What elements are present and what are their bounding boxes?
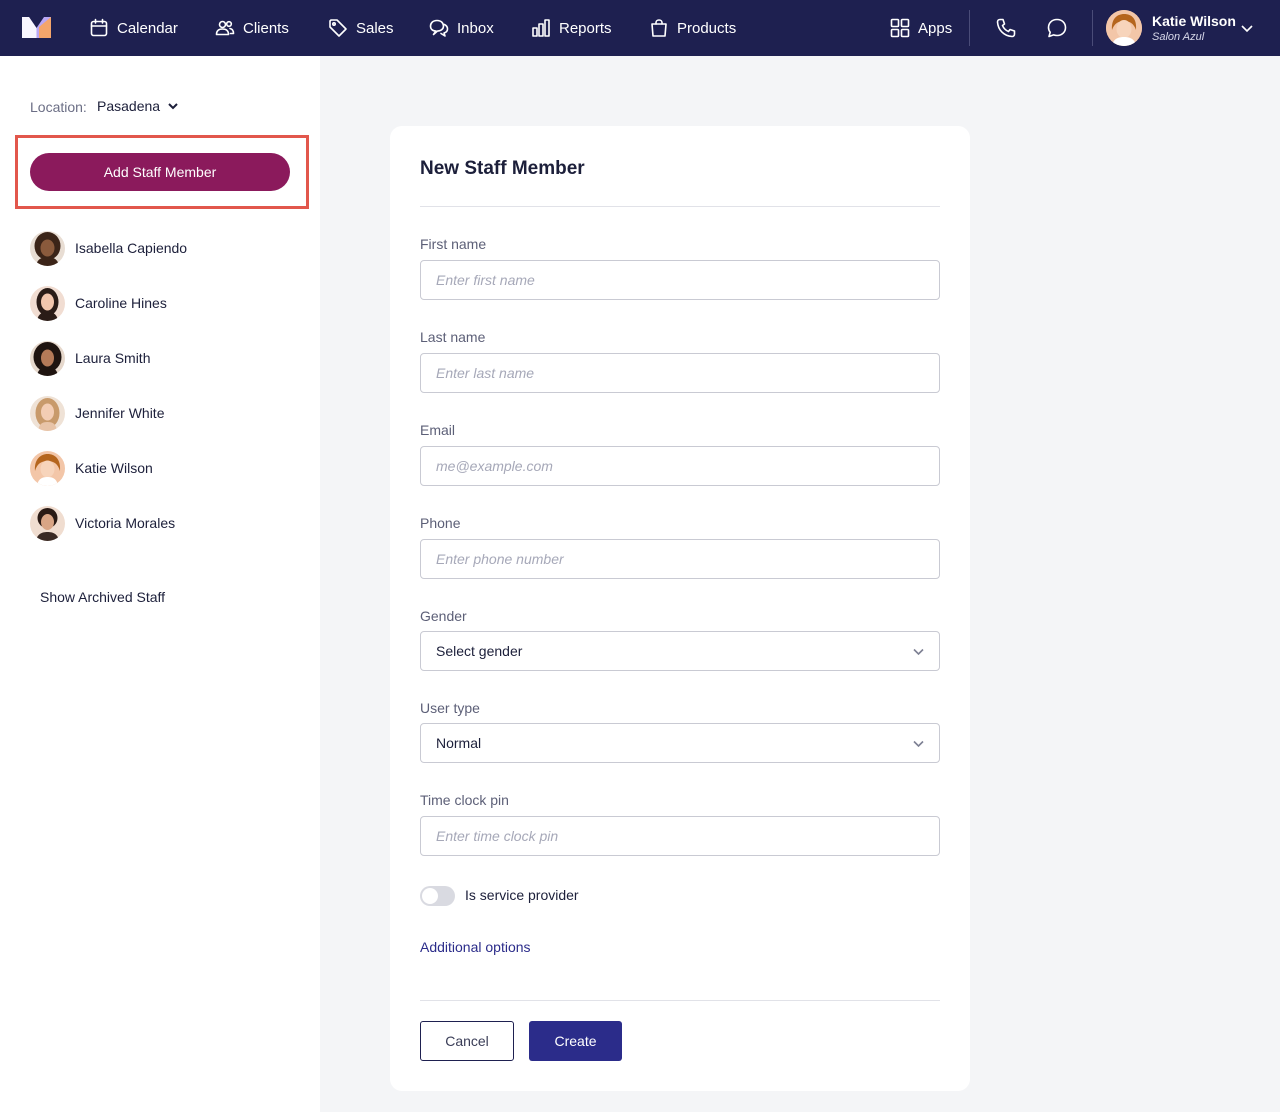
- staff-name: Isabella Capiendo: [75, 240, 188, 256]
- shopping-bag-icon: [651, 19, 667, 37]
- staff-name: Katie Wilson: [75, 460, 153, 476]
- staff-avatar-icon: [30, 505, 65, 541]
- avatar: [30, 285, 65, 321]
- avatar: [30, 230, 65, 266]
- bar-chart-icon: [532, 19, 550, 37]
- user-type-label: User type: [420, 700, 480, 716]
- toggle-knob: [422, 888, 438, 904]
- additional-options-link[interactable]: Additional options: [420, 939, 531, 955]
- gender-select[interactable]: Select gender: [420, 631, 940, 671]
- last-name-input[interactable]: [420, 353, 940, 393]
- time-clock-pin-input[interactable]: [420, 816, 940, 856]
- nav-apps[interactable]: Apps: [890, 0, 952, 56]
- first-name-input[interactable]: [420, 260, 940, 300]
- nav-clients-label: Clients: [243, 19, 289, 37]
- avatar: [30, 450, 65, 486]
- time-clock-pin-label: Time clock pin: [420, 792, 509, 808]
- email-label: Email: [420, 422, 456, 438]
- chevron-down-icon: [168, 103, 178, 110]
- first-name-label: First name: [420, 236, 487, 252]
- service-provider-label: Is service provider: [465, 887, 579, 903]
- nav-reports[interactable]: Reports: [531, 0, 612, 56]
- email-input[interactable]: [420, 446, 940, 486]
- location-label: Location:: [30, 99, 87, 115]
- nav-products[interactable]: Products: [649, 0, 736, 56]
- staff-avatar-icon: [30, 230, 65, 266]
- phone-label: Phone: [420, 515, 461, 531]
- tag-icon: [329, 19, 347, 37]
- create-button[interactable]: Create: [529, 1021, 622, 1061]
- cancel-button[interactable]: Cancel: [420, 1021, 514, 1061]
- users-icon: [215, 20, 235, 36]
- user-type-select[interactable]: Normal: [420, 723, 940, 763]
- avatar: [1106, 10, 1142, 46]
- user-type-select-value: Normal: [436, 735, 482, 751]
- divider: [420, 1000, 940, 1001]
- staff-list-item[interactable]: Isabella Capiendo: [30, 230, 290, 266]
- nav-products-label: Products: [677, 19, 737, 37]
- nav-divider: [969, 10, 970, 46]
- nav-clients[interactable]: Clients: [215, 0, 289, 56]
- nav-apps-label: Apps: [918, 19, 953, 37]
- nav-sales[interactable]: Sales: [328, 0, 394, 56]
- chat-bubbles-icon: [429, 19, 449, 37]
- new-staff-form: New Staff Member First name Last name Em…: [390, 126, 970, 1091]
- user-avatar-icon: [1106, 10, 1142, 46]
- calendar-icon: [90, 18, 108, 37]
- nav-inbox-label: Inbox: [457, 19, 494, 37]
- staff-name: Jennifer White: [75, 405, 165, 421]
- chat-bubble-icon: [1047, 18, 1067, 38]
- divider: [420, 206, 940, 207]
- staff-list-item[interactable]: Caroline Hines: [30, 285, 290, 321]
- location-selector[interactable]: Pasadena: [97, 98, 179, 114]
- user-business: Salon Azul: [1152, 31, 1205, 43]
- gender-label: Gender: [420, 608, 467, 624]
- staff-name: Laura Smith: [75, 350, 151, 366]
- staff-avatar-icon: [30, 395, 65, 431]
- phone-input[interactable]: [420, 539, 940, 579]
- nav-calendar[interactable]: Calendar: [89, 0, 178, 56]
- staff-avatar-icon: [30, 450, 65, 486]
- show-archived-staff-link[interactable]: Show Archived Staff: [40, 589, 165, 605]
- chevron-down-icon: [1241, 25, 1253, 33]
- staff-sidebar: Location: Pasadena Add Staff Member Isab…: [0, 56, 320, 1112]
- staff-avatar-icon: [30, 340, 65, 376]
- phone-icon: [996, 18, 1016, 38]
- nav-sales-label: Sales: [356, 19, 394, 37]
- phone-button[interactable]: [994, 16, 1018, 40]
- nav-reports-label: Reports: [559, 19, 612, 37]
- nav-divider: [1092, 10, 1093, 46]
- nav-calendar-label: Calendar: [117, 19, 178, 37]
- avatar: [30, 505, 65, 541]
- chevron-down-icon: [913, 648, 924, 656]
- avatar: [30, 340, 65, 376]
- service-provider-toggle[interactable]: [420, 886, 455, 906]
- chevron-down-icon: [913, 740, 924, 748]
- avatar: [30, 395, 65, 431]
- form-title: New Staff Member: [420, 158, 585, 179]
- top-navigation: Calendar Clients Sales Inbox Reports Pro…: [0, 0, 1280, 56]
- gender-select-value: Select gender: [436, 643, 523, 659]
- staff-list-item[interactable]: Katie Wilson: [30, 450, 290, 486]
- staff-name: Victoria Morales: [75, 515, 176, 531]
- add-staff-member-button[interactable]: Add Staff Member: [30, 153, 290, 191]
- location-value: Pasadena: [97, 98, 161, 114]
- staff-avatar-icon: [30, 285, 65, 321]
- user-menu[interactable]: Katie Wilson Salon Azul: [1106, 10, 1260, 46]
- staff-list-item[interactable]: Victoria Morales: [30, 505, 290, 541]
- staff-name: Caroline Hines: [75, 295, 167, 311]
- staff-list-item[interactable]: Laura Smith: [30, 340, 290, 376]
- brand-logo-icon[interactable]: [22, 17, 51, 38]
- last-name-label: Last name: [420, 329, 486, 345]
- nav-inbox[interactable]: Inbox: [429, 0, 494, 56]
- staff-list-item[interactable]: Jennifer White: [30, 395, 290, 431]
- user-name: Katie Wilson: [1152, 13, 1236, 29]
- grid-icon: [890, 18, 910, 38]
- chat-button[interactable]: [1045, 16, 1069, 40]
